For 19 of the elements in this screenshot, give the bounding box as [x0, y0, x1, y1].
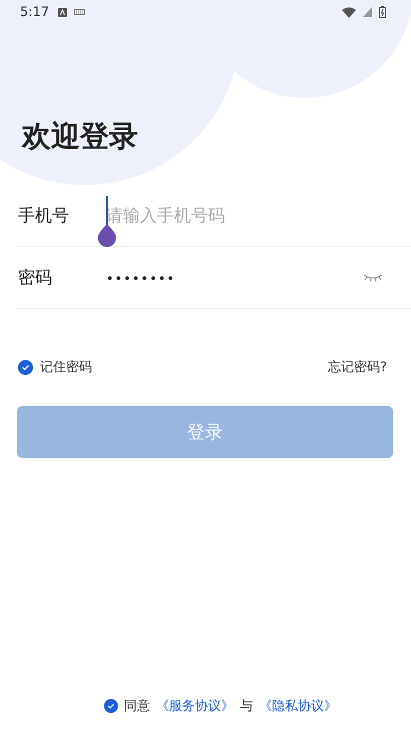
wifi-icon — [342, 6, 356, 18]
password-input-field[interactable]: •••••••• — [106, 272, 326, 287]
agreement-link[interactable]: 《隐私协议》 — [259, 697, 337, 715]
battery-icon — [379, 6, 386, 18]
keyboard-icon — [74, 9, 86, 15]
eye-closed-icon[interactable] — [363, 273, 383, 282]
signal-icon — [363, 7, 372, 17]
agreement-text: 与 — [240, 698, 253, 715]
checkbox-icon[interactable] — [18, 360, 33, 374]
agreement-link[interactable]: 《服务协议》 — [156, 697, 234, 715]
page-title: 欢迎登录 — [22, 118, 139, 155]
field-label: 密码 — [18, 267, 53, 289]
phone-input-field[interactable]: 请输入手机号码 — [106, 206, 326, 226]
field-label: 手机号 — [18, 205, 70, 227]
agreement-text: 同意 — [124, 698, 150, 715]
forgot-password-link[interactable]: 忘记密码? — [328, 358, 387, 376]
status-time: 5:17 — [20, 4, 50, 20]
agreement-checkbox-icon[interactable] — [104, 699, 118, 713]
remember-password-label: 记住密码 — [40, 359, 92, 376]
